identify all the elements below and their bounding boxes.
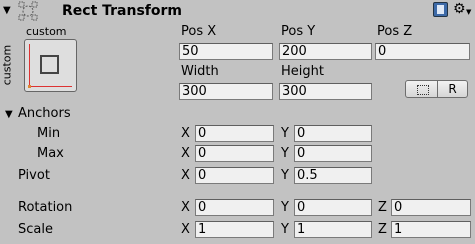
height-field[interactable]: 300 xyxy=(279,83,372,100)
blueprint-mode-button[interactable] xyxy=(405,80,438,98)
height-label: Height xyxy=(281,64,324,79)
pivot-label: Pivot xyxy=(18,168,50,183)
scale-y-axis: Y xyxy=(281,222,289,237)
anchors-fold-arrow-icon[interactable]: ▼ xyxy=(5,109,13,120)
rotation-x-field[interactable]: 0 xyxy=(195,199,274,216)
pivot-x-field[interactable]: 0 xyxy=(195,167,274,184)
pos-y-field[interactable]: 200 xyxy=(279,43,372,60)
anchor-preset-button[interactable] xyxy=(24,39,77,92)
pivot-x-axis: X xyxy=(181,168,190,183)
scale-z-field[interactable]: 1 xyxy=(391,221,471,238)
transform-gizmo-icon xyxy=(16,0,40,22)
collapse-arrow-icon[interactable]: ▼ xyxy=(3,5,11,16)
pivot-y-field[interactable]: 0.5 xyxy=(294,167,372,184)
rotation-y-axis: Y xyxy=(281,200,289,215)
dotted-rect-icon xyxy=(417,85,429,95)
scale-z-axis: Z xyxy=(378,222,387,237)
anchor-preset-side-label: custom xyxy=(0,44,14,86)
raw-edit-button[interactable]: R xyxy=(437,80,468,98)
rotation-z-field[interactable]: 0 xyxy=(391,199,471,216)
anchor-min-y-field[interactable]: 0 xyxy=(294,125,372,142)
anchor-preset-rect xyxy=(40,55,59,74)
width-label: Width xyxy=(181,64,219,79)
pos-x-label: Pos X xyxy=(181,24,217,39)
width-field[interactable]: 300 xyxy=(179,83,273,100)
rotation-label: Rotation xyxy=(18,200,73,215)
anchor-min-y-axis: Y xyxy=(281,126,289,141)
rotation-x-axis: X xyxy=(181,200,190,215)
pos-y-label: Pos Y xyxy=(281,24,316,39)
pos-z-label: Pos Z xyxy=(377,24,413,39)
help-book-icon[interactable] xyxy=(433,2,448,17)
anchor-point-icon xyxy=(28,85,31,88)
pos-x-field[interactable]: 50 xyxy=(179,43,273,60)
anchor-max-y-axis: Y xyxy=(281,146,289,161)
anchor-max-label: Max xyxy=(37,146,64,161)
gear-icon[interactable]: ⚙ xyxy=(453,1,466,17)
component-title: Rect Transform xyxy=(62,3,183,19)
anchors-label: Anchors xyxy=(18,106,71,121)
anchor-max-y-field[interactable]: 0 xyxy=(294,145,372,162)
anchor-min-x-field[interactable]: 0 xyxy=(195,125,274,142)
gear-menu-arrow-icon: ▼ xyxy=(466,8,472,16)
anchor-preset-top-label: custom xyxy=(26,25,67,38)
rotation-y-field[interactable]: 0 xyxy=(294,199,372,216)
scale-x-field[interactable]: 1 xyxy=(195,221,274,238)
scale-y-field[interactable]: 1 xyxy=(294,221,372,238)
anchor-max-x-field[interactable]: 0 xyxy=(195,145,274,162)
scale-label: Scale xyxy=(18,222,53,237)
pos-z-field[interactable]: 0 xyxy=(375,43,470,60)
rotation-z-axis: Z xyxy=(378,200,387,215)
pivot-y-axis: Y xyxy=(281,168,289,183)
scale-x-axis: X xyxy=(181,222,190,237)
anchor-min-x-axis: X xyxy=(181,126,190,141)
anchor-min-label: Min xyxy=(37,126,61,141)
anchor-max-x-axis: X xyxy=(181,146,190,161)
